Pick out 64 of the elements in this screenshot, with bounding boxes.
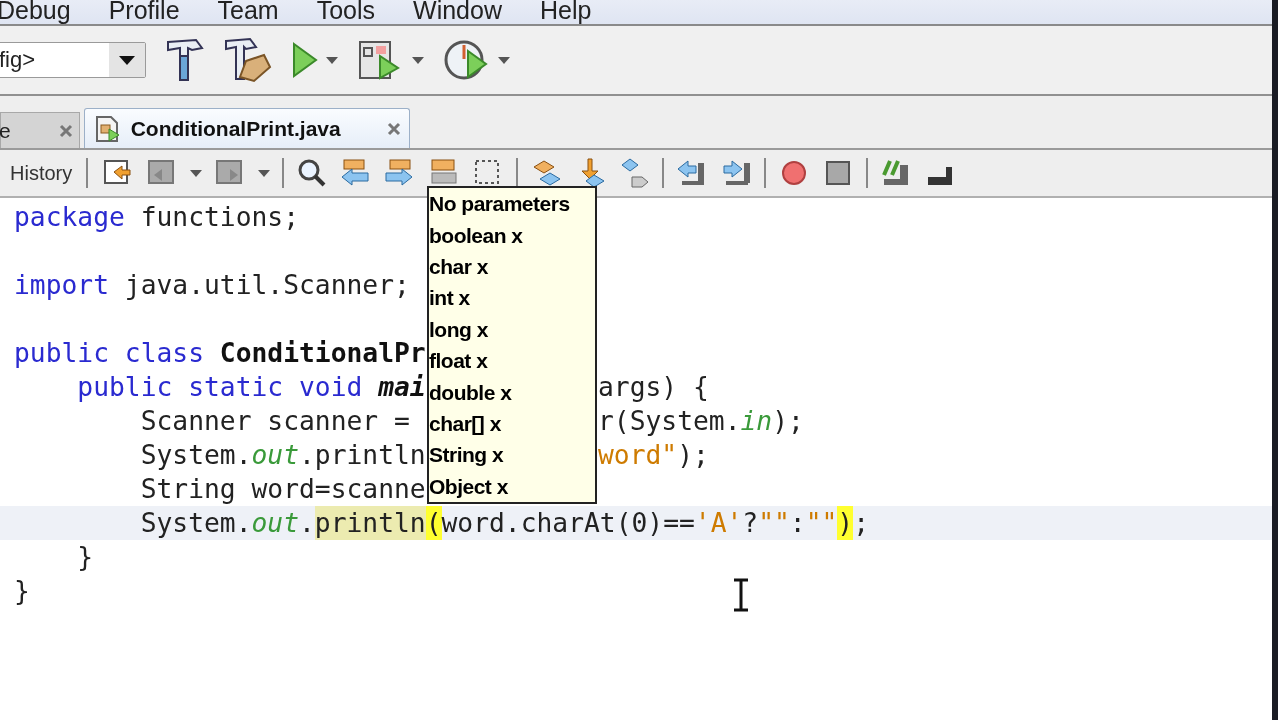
string-literal: "" xyxy=(805,507,838,540)
editor-tab[interactable]: ConditionalPrint.java xyxy=(83,108,410,148)
code-text: ConditionalPr xyxy=(219,337,426,370)
code-text: ; xyxy=(853,507,870,540)
hammer-broom-icon[interactable] xyxy=(224,37,272,83)
code-text: java.util.Scanner; xyxy=(123,269,410,302)
code-text: args) { xyxy=(598,371,709,404)
combo-value: fig> xyxy=(0,49,37,71)
code-text: ); xyxy=(772,405,804,438)
configuration-combo[interactable]: fig> xyxy=(0,42,146,78)
highlighted-method: println xyxy=(314,506,426,540)
code-text: String word=scanne xyxy=(139,473,426,506)
parameter-option[interactable]: No parameters xyxy=(429,188,595,220)
text-cursor-icon xyxy=(732,578,750,612)
menu-item[interactable]: Window xyxy=(413,0,502,20)
code-text: ); xyxy=(677,439,709,472)
close-icon[interactable] xyxy=(386,121,401,136)
string-literal: word" xyxy=(598,439,678,472)
close-icon[interactable] xyxy=(58,123,73,138)
caret-icon[interactable] xyxy=(412,56,424,64)
caret-icon[interactable] xyxy=(258,169,271,177)
matched-brace: ) xyxy=(837,506,854,540)
run-icon[interactable] xyxy=(292,42,318,78)
parameter-option[interactable]: char x xyxy=(429,250,595,283)
code-text: out xyxy=(251,507,299,540)
string-literal: "" xyxy=(758,507,790,540)
parameter-option[interactable]: boolean x xyxy=(429,219,595,251)
code-text: } xyxy=(14,575,30,608)
code-text: functions; xyxy=(139,201,299,234)
code-text: out xyxy=(251,439,299,472)
editor-tab[interactable]: e xyxy=(0,112,80,148)
code-text: : xyxy=(789,507,806,540)
parameter-option[interactable]: float x xyxy=(429,345,595,377)
code-text: } xyxy=(76,541,94,574)
history-tab[interactable]: History xyxy=(10,158,73,188)
string-literal: 'A' xyxy=(694,507,743,540)
code-text: System. xyxy=(139,507,252,540)
code-text: in xyxy=(740,405,773,438)
parameter-option[interactable]: Object x xyxy=(429,470,595,503)
caret-icon[interactable] xyxy=(498,56,510,64)
code-text: mai xyxy=(378,371,426,404)
code-text: .println xyxy=(299,439,426,472)
keyword-text: public class xyxy=(14,337,205,370)
keyword-text: import xyxy=(14,269,109,302)
menu-item[interactable]: Team xyxy=(217,0,279,20)
parameter-option[interactable]: char[] x xyxy=(429,407,595,440)
keyword-text: package xyxy=(14,201,125,234)
parameter-option[interactable]: double x xyxy=(429,376,595,408)
menu-item[interactable]: Profile xyxy=(108,0,180,20)
hammer-icon[interactable] xyxy=(166,38,204,82)
dropdown-caret-icon xyxy=(119,55,135,65)
profile-clock-icon[interactable] xyxy=(444,39,490,81)
keyword-text: public static void xyxy=(76,371,364,404)
code-text: Scanner scanner = xyxy=(139,405,410,438)
parameter-option[interactable]: String x xyxy=(429,439,595,471)
code-text: r(System. xyxy=(598,405,741,438)
parameter-option[interactable]: int x xyxy=(429,282,595,314)
code-text: System. xyxy=(139,439,252,472)
caret-icon[interactable] xyxy=(190,169,203,177)
code-text: ? xyxy=(742,507,759,540)
menu-item[interactable]: Tools xyxy=(316,0,376,20)
parameter-option[interactable]: long x xyxy=(429,313,595,346)
caret-icon[interactable] xyxy=(326,56,338,64)
code-text: . xyxy=(299,507,315,540)
